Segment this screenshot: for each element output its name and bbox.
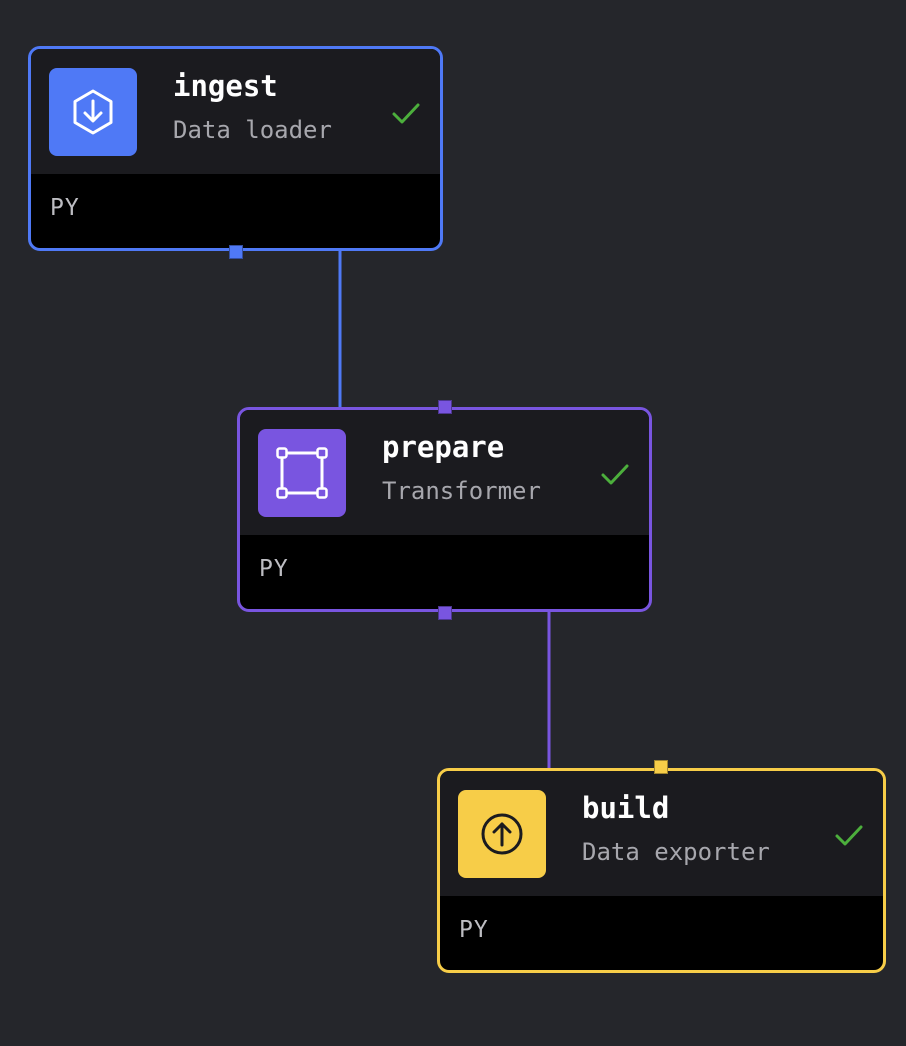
block-node-ingest[interactable]: ingest Data loader PY xyxy=(28,46,443,251)
input-port-prepare[interactable] xyxy=(438,400,452,414)
block-name: build xyxy=(582,791,670,825)
block-language-label: PY xyxy=(459,917,489,943)
checkmark-icon xyxy=(392,103,420,124)
download-icon xyxy=(73,89,113,135)
block-header: ingest Data loader xyxy=(31,49,440,174)
upload-icon xyxy=(481,813,523,855)
block-header: build Data exporter xyxy=(440,771,883,896)
block-type-icon-box xyxy=(258,429,346,517)
transform-square-icon xyxy=(276,447,328,499)
block-name: prepare xyxy=(382,430,505,464)
block-node-prepare[interactable]: prepare Transformer PY xyxy=(237,407,652,612)
input-port-build[interactable] xyxy=(654,760,668,774)
block-language-label: PY xyxy=(50,195,80,221)
block-header: prepare Transformer xyxy=(240,410,649,535)
block-type-label: Data loader xyxy=(173,116,332,144)
block-name: ingest xyxy=(173,69,278,103)
block-type-label: Data exporter xyxy=(582,838,770,866)
checkmark-icon xyxy=(601,464,629,485)
block-type-label: Transformer xyxy=(382,477,541,505)
output-port-ingest[interactable] xyxy=(229,245,243,259)
block-type-icon-box xyxy=(458,790,546,878)
block-node-build[interactable]: build Data exporter PY xyxy=(437,768,886,973)
checkmark-icon xyxy=(835,825,863,846)
block-type-icon-box xyxy=(49,68,137,156)
block-language-label: PY xyxy=(259,556,289,582)
output-port-prepare[interactable] xyxy=(438,606,452,620)
